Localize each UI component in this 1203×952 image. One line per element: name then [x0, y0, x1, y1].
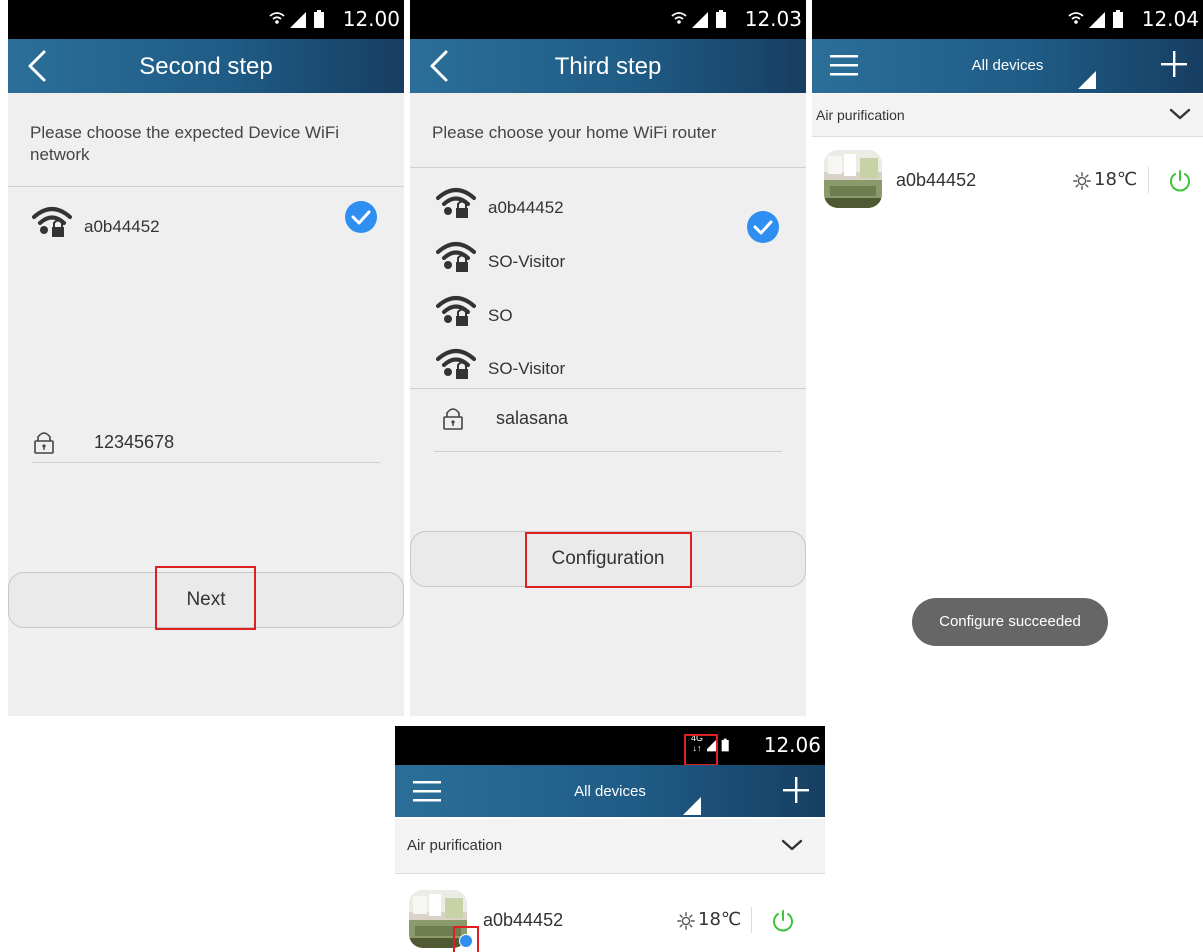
chevron-down-icon[interactable]	[781, 837, 803, 853]
screen-second-step: 12.00 Second step Please choose the expe…	[8, 0, 404, 716]
highlight-box	[155, 566, 256, 630]
status-time: 12.06	[763, 733, 821, 757]
divider	[410, 388, 806, 389]
password-underline	[32, 462, 380, 463]
category-bar[interactable]: Air purification	[395, 819, 825, 874]
wifi-network-name: SO	[488, 306, 513, 325]
power-icon[interactable]	[1168, 169, 1192, 193]
divider	[410, 167, 806, 168]
category-label: Air purification	[407, 837, 503, 854]
status-time: 12.00	[342, 7, 400, 31]
screen-all-devices-4g: 4G ↓↑ 12.06 All devices Air purification …	[395, 726, 825, 952]
category-bar[interactable]: Air purification	[812, 94, 1203, 137]
prompt-text: Please choose your home WiFi router	[432, 123, 717, 142]
status-bar: 4G ↓↑ 12.06	[395, 726, 825, 765]
wifi-network-name: SO-Visitor	[488, 359, 566, 378]
toast-text: Configure succeeded	[939, 613, 1081, 630]
status-time: 12.03	[744, 7, 802, 31]
wifi-network-item[interactable]: SO-Visitor	[436, 347, 796, 387]
wifi-network-name: SO-Visitor	[488, 252, 566, 271]
sun-icon	[677, 912, 695, 930]
wifi-network-name: a0b44452	[84, 217, 160, 236]
sun-icon	[1073, 172, 1091, 190]
screen-third-step: 12.03 Third step Please choose your home…	[410, 0, 806, 716]
divider	[751, 907, 752, 933]
divider	[1148, 167, 1149, 193]
header: All devices	[812, 39, 1203, 93]
screen-all-devices-toast: 12.04 All devices Air purification a0b44…	[812, 0, 1203, 716]
header: Second step	[8, 39, 404, 93]
highlight-box	[453, 926, 479, 952]
page-title: Third step	[554, 53, 662, 80]
device-temperature: 18℃	[698, 909, 742, 930]
highlight-box	[684, 734, 718, 766]
header: Third step	[410, 39, 806, 93]
check-circle-icon[interactable]	[344, 200, 378, 234]
status-icons	[1067, 9, 1129, 29]
device-name[interactable]: a0b44452	[896, 170, 976, 191]
power-icon[interactable]	[771, 909, 795, 933]
page-title: All devices	[971, 57, 1044, 74]
device-temperature: 18℃	[1094, 169, 1138, 190]
status-bar: 12.00	[8, 0, 404, 39]
device-thumbnail[interactable]	[824, 150, 882, 208]
wifi-lock-icon	[436, 240, 476, 274]
device-name[interactable]: a0b44452	[483, 910, 563, 931]
status-bar: 12.04	[812, 0, 1203, 39]
plus-icon[interactable]	[1159, 49, 1189, 79]
wifi-lock-icon	[436, 294, 476, 328]
lock-icon	[442, 406, 464, 430]
check-circle-icon[interactable]	[746, 210, 780, 244]
corner-triangle	[1078, 71, 1096, 89]
status-icons	[670, 9, 732, 29]
highlight-box	[525, 532, 692, 588]
toast-message: Configure succeeded	[912, 598, 1108, 646]
wifi-network-item[interactable]: SO	[436, 294, 796, 334]
page-title: Second step	[139, 53, 273, 80]
password-field[interactable]: 12345678	[94, 432, 174, 453]
header: All devices	[395, 765, 825, 817]
status-bar: 12.03	[410, 0, 806, 39]
prompt-text: Please choose the expected Device WiFi n…	[30, 123, 339, 164]
password-field[interactable]: salasana	[496, 408, 568, 429]
status-icons	[268, 9, 330, 29]
category-label: Air purification	[816, 107, 905, 123]
divider	[8, 186, 404, 187]
wifi-network-item[interactable]: a0b44452	[436, 186, 796, 226]
wifi-lock-icon	[32, 205, 72, 239]
status-time: 12.04	[1141, 7, 1199, 31]
chevron-down-icon[interactable]	[1169, 106, 1191, 122]
password-underline	[434, 451, 782, 452]
wifi-network-name: a0b44452	[488, 198, 564, 217]
corner-triangle	[683, 797, 701, 815]
wifi-network-item[interactable]: a0b44452	[32, 205, 392, 245]
page-title: All devices	[574, 783, 646, 800]
plus-icon[interactable]	[781, 775, 811, 805]
wifi-lock-icon	[436, 186, 476, 220]
wifi-network-item[interactable]: SO-Visitor	[436, 240, 796, 280]
lock-icon	[33, 430, 55, 454]
wifi-lock-icon	[436, 347, 476, 381]
